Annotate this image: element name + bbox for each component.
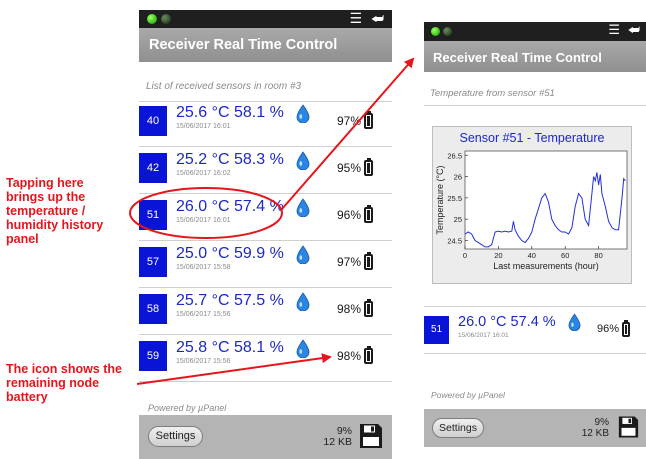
arrow-to-battery-icon bbox=[136, 353, 332, 385]
annotation-overlay bbox=[129, 57, 415, 385]
highlight-circle bbox=[129, 187, 283, 239]
arrow-to-history-panel bbox=[281, 57, 415, 210]
